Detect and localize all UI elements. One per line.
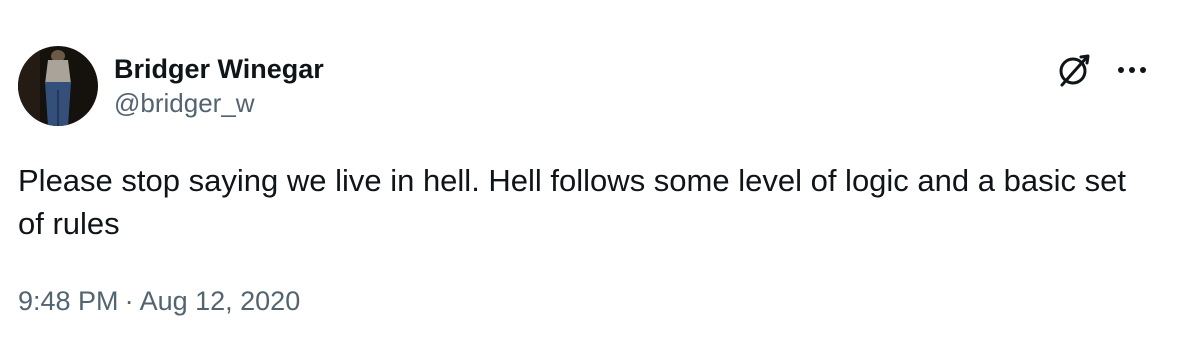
meta-separator: · [124,286,134,316]
tweet-date[interactable]: Aug 12, 2020 [140,286,301,316]
tweet-actions [1052,48,1152,92]
tweet-header: Bridger Winegar @bridger_w [18,46,324,126]
tweet-timestamp[interactable]: 9:48 PM · Aug 12, 2020 [18,283,300,319]
tweet-card: Bridger Winegar @bridger_w Please stop s… [0,0,1182,342]
grok-icon[interactable] [1052,48,1096,92]
more-options-icon[interactable] [1112,50,1152,90]
author-names: Bridger Winegar @bridger_w [114,52,324,120]
tweet-text: Please stop saying we live in hell. Hell… [18,163,1126,241]
author-handle[interactable]: @bridger_w [114,86,324,120]
avatar[interactable] [18,46,98,126]
author-display-name[interactable]: Bridger Winegar [114,52,324,86]
tweet-time[interactable]: 9:48 PM [18,286,119,316]
